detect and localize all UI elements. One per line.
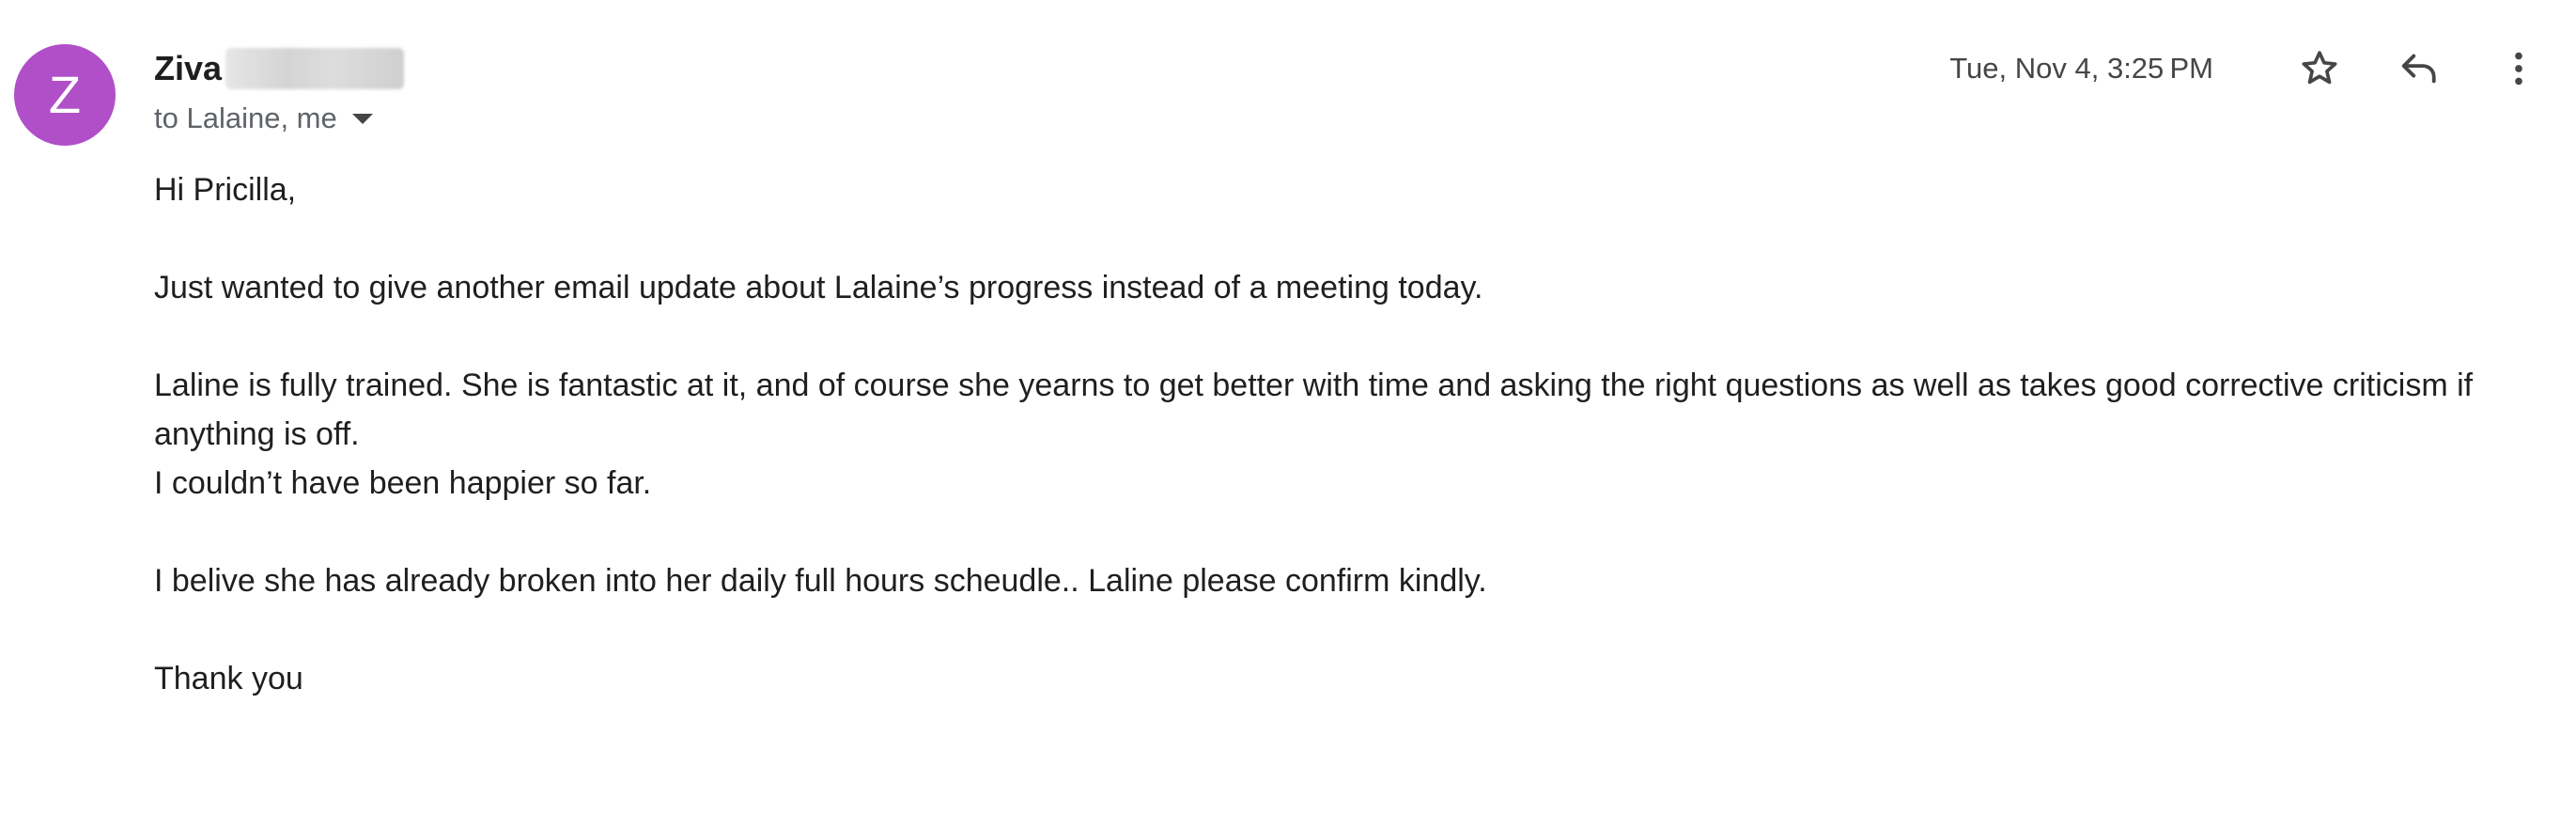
more-vert-icon xyxy=(2497,47,2540,90)
body-paragraph: I couldn’t have been happier so far. xyxy=(154,465,652,501)
message-meta: Tue, Nov 4, 3:25 PM xyxy=(1949,38,2550,100)
timestamp: Tue, Nov 4, 3:25 PM xyxy=(1949,52,2213,85)
sender-name[interactable]: Ziva xyxy=(154,49,222,88)
body-paragraph: Just wanted to give another email update… xyxy=(154,270,1483,305)
body-closing: Thank you xyxy=(154,661,303,696)
recipients-toggle[interactable]: to Lalaine, me xyxy=(154,98,373,139)
star-button[interactable] xyxy=(2289,38,2351,100)
message-body: Hi Pricilla, Just wanted to give another… xyxy=(154,165,2522,703)
body-paragraph: I belive she has already broken into her… xyxy=(154,563,1487,599)
reply-icon xyxy=(2398,47,2441,90)
more-options-button[interactable] xyxy=(2488,38,2550,100)
body-paragraph: Laline is fully trained. She is fantasti… xyxy=(154,368,2474,452)
body-greeting: Hi Pricilla, xyxy=(154,172,297,208)
star-icon xyxy=(2298,47,2341,90)
caret-down-icon[interactable] xyxy=(351,113,373,124)
recipients-label: to Lalaine, me xyxy=(154,102,337,134)
sender-row: Ziva xyxy=(154,45,405,92)
avatar[interactable]: Z xyxy=(14,44,116,146)
email-message: Z Ziva to Lalaine, me Tue, Nov 4, 3:25 P… xyxy=(0,0,2576,829)
avatar-initial: Z xyxy=(48,65,82,124)
sender-name-redacted xyxy=(225,48,405,89)
reply-button[interactable] xyxy=(2388,38,2450,100)
